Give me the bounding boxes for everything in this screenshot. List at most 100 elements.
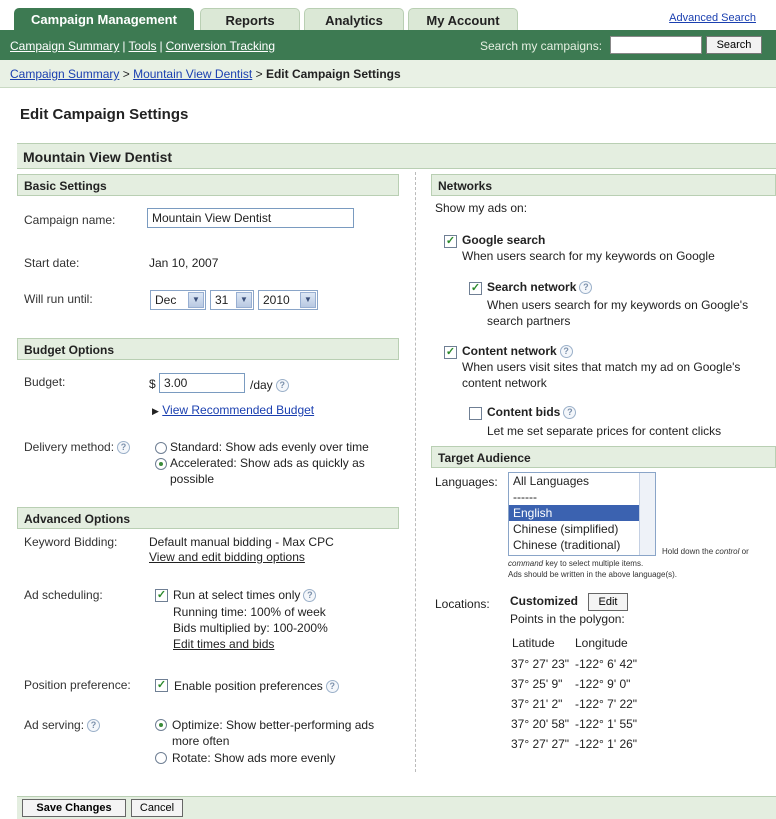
- multi-select-hint-cont: command key to select multiple items.: [508, 559, 644, 568]
- recommended-budget: ▶ View Recommended Budget: [152, 403, 314, 417]
- edit-locations-button[interactable]: Edit: [588, 593, 628, 611]
- point-longitude: -122° 1' 26": [575, 737, 638, 751]
- show-ads-on-label: Show my ads on:: [435, 201, 528, 215]
- end-month-select[interactable]: Dec ▼: [150, 290, 206, 310]
- search-network-checkbox[interactable]: ✓: [469, 282, 482, 295]
- delivery-accelerated-label-cont: possible: [170, 472, 215, 486]
- subnav-tools[interactable]: Tools: [129, 39, 157, 53]
- point-latitude: 37° 27' 23": [511, 657, 570, 671]
- google-search-label: Google search: [462, 233, 546, 247]
- action-bar: Save Changes Cancel: [17, 796, 776, 819]
- language-option[interactable]: ------: [509, 489, 655, 505]
- google-search-checkbox[interactable]: ✓: [444, 235, 457, 248]
- keyword-bidding-label: Keyword Bidding:: [24, 535, 118, 549]
- help-icon[interactable]: ?: [559, 345, 573, 359]
- end-year-select[interactable]: 2010 ▼: [258, 290, 318, 310]
- start-date-value: Jan 10, 2007: [149, 256, 219, 270]
- ad-serving-label: Ad serving:?: [24, 718, 101, 733]
- content-bids-checkbox[interactable]: [469, 407, 482, 420]
- campaign-name-input[interactable]: Mountain View Dentist: [147, 208, 354, 228]
- budget-per-day: /day?: [250, 378, 289, 393]
- help-icon[interactable]: ?: [117, 441, 131, 455]
- languages-listbox[interactable]: All Languages ------ English Chinese (si…: [508, 472, 656, 556]
- locations-value: Customized: [510, 594, 579, 608]
- help-icon[interactable]: ?: [563, 406, 577, 420]
- delivery-standard-label: Standard: Show ads evenly over time: [170, 440, 369, 454]
- start-date-label: Start date:: [24, 256, 80, 270]
- chevron-down-icon: ▼: [300, 292, 316, 308]
- delivery-method-label: Delivery method:?: [24, 440, 131, 455]
- content-bids-label: Content bids?: [487, 405, 577, 420]
- content-network-checkbox[interactable]: ✓: [444, 346, 457, 359]
- column-divider: [415, 172, 416, 772]
- tab-reports[interactable]: Reports: [200, 8, 300, 30]
- advanced-options-header: Advanced Options: [17, 507, 399, 529]
- help-icon[interactable]: ?: [303, 589, 317, 603]
- end-day-select[interactable]: 31 ▼: [210, 290, 254, 310]
- point-longitude: -122° 9' 0": [575, 677, 631, 691]
- edit-times-and-bids-link[interactable]: Edit times and bids: [173, 637, 274, 651]
- target-audience-header: Target Audience: [431, 446, 776, 468]
- campaign-header: Mountain View Dentist: [17, 143, 776, 169]
- language-hint: Ads should be written in the above langu…: [508, 570, 677, 579]
- tab-my-account[interactable]: My Account: [408, 8, 518, 30]
- view-recommended-budget-link[interactable]: View Recommended Budget: [162, 403, 314, 417]
- position-preference-check-label: Enable position preferences?: [174, 679, 339, 694]
- tab-analytics[interactable]: Analytics: [304, 8, 404, 30]
- search-network-desc-cont: search partners: [487, 314, 571, 328]
- delivery-standard-radio[interactable]: [155, 442, 167, 454]
- delivery-accelerated-radio[interactable]: [155, 458, 167, 470]
- help-icon[interactable]: ?: [579, 281, 593, 295]
- content-network-desc-cont: content network: [462, 376, 547, 390]
- tab-campaign-management[interactable]: Campaign Management: [14, 8, 194, 30]
- chevron-down-icon: ▼: [188, 292, 204, 308]
- chevron-down-icon: ▼: [236, 292, 252, 308]
- ad-serving-rotate-radio[interactable]: [155, 752, 167, 764]
- subnav-conversion-tracking[interactable]: Conversion Tracking: [166, 39, 275, 53]
- position-preference-label: Position preference:: [24, 678, 131, 692]
- breadcrumb: Campaign Summary > Mountain View Dentist…: [0, 60, 776, 88]
- currency-symbol: $: [149, 377, 156, 391]
- save-changes-button[interactable]: Save Changes: [22, 799, 126, 817]
- ad-serving-rotate-label: Rotate: Show ads more evenly: [172, 751, 336, 765]
- longitude-header: Longitude: [575, 636, 628, 650]
- language-option[interactable]: All Languages: [509, 473, 655, 489]
- edit-bidding-options-link[interactable]: View and edit bidding options: [149, 550, 305, 564]
- ad-serving-optimize-radio[interactable]: [155, 719, 167, 731]
- breadcrumb-campaign-summary[interactable]: Campaign Summary: [10, 67, 119, 81]
- search-input[interactable]: [610, 36, 702, 54]
- ad-serving-optimize-label-cont: more often: [172, 734, 230, 748]
- search-button[interactable]: Search: [706, 36, 762, 54]
- subnav-campaign-summary[interactable]: Campaign Summary: [10, 39, 119, 53]
- running-time: Running time: 100% of week: [173, 605, 326, 619]
- end-date-label: Will run until:: [24, 292, 93, 306]
- point-latitude: 37° 20' 58": [511, 717, 570, 731]
- ad-scheduling-label: Ad scheduling:: [24, 588, 103, 602]
- points-label: Points in the polygon:: [510, 612, 625, 626]
- campaign-name-label: Campaign name:: [24, 213, 116, 227]
- language-option[interactable]: Chinese (traditional): [509, 537, 655, 553]
- ad-scheduling-checkbox[interactable]: ✓: [155, 589, 168, 602]
- language-option-selected[interactable]: English: [509, 505, 655, 521]
- ad-scheduling-check-label: Run at select times only?: [173, 588, 317, 603]
- position-preference-checkbox[interactable]: ✓: [155, 679, 168, 692]
- cancel-button[interactable]: Cancel: [131, 799, 183, 817]
- ad-serving-optimize-label: Optimize: Show better-performing ads: [172, 718, 375, 732]
- languages-scrollbar[interactable]: [639, 473, 655, 555]
- sub-navigation: Campaign Summary | Tools | Conversion Tracki…: [0, 30, 776, 60]
- help-icon[interactable]: ?: [325, 680, 339, 694]
- subnav-links: Campaign Summary | Tools | Conversion Tracki…: [10, 39, 276, 53]
- search-network-desc: When users search for my keywords on Goo…: [487, 298, 749, 312]
- basic-settings-header: Basic Settings: [17, 174, 399, 196]
- advanced-search-link[interactable]: Advanced Search: [669, 12, 756, 24]
- language-option[interactable]: Chinese (simplified): [509, 521, 655, 537]
- help-icon[interactable]: ?: [87, 719, 101, 733]
- help-icon[interactable]: ?: [275, 379, 289, 393]
- budget-input[interactable]: 3.00: [159, 373, 245, 393]
- search-network-label: Search network?: [487, 280, 593, 295]
- point-longitude: -122° 6' 42": [575, 657, 638, 671]
- point-latitude: 37° 21' 2": [511, 697, 563, 711]
- page-title: Edit Campaign Settings: [20, 106, 189, 123]
- breadcrumb-mountain-view-dentist[interactable]: Mountain View Dentist: [133, 67, 252, 81]
- budget-options-header: Budget Options: [17, 338, 399, 360]
